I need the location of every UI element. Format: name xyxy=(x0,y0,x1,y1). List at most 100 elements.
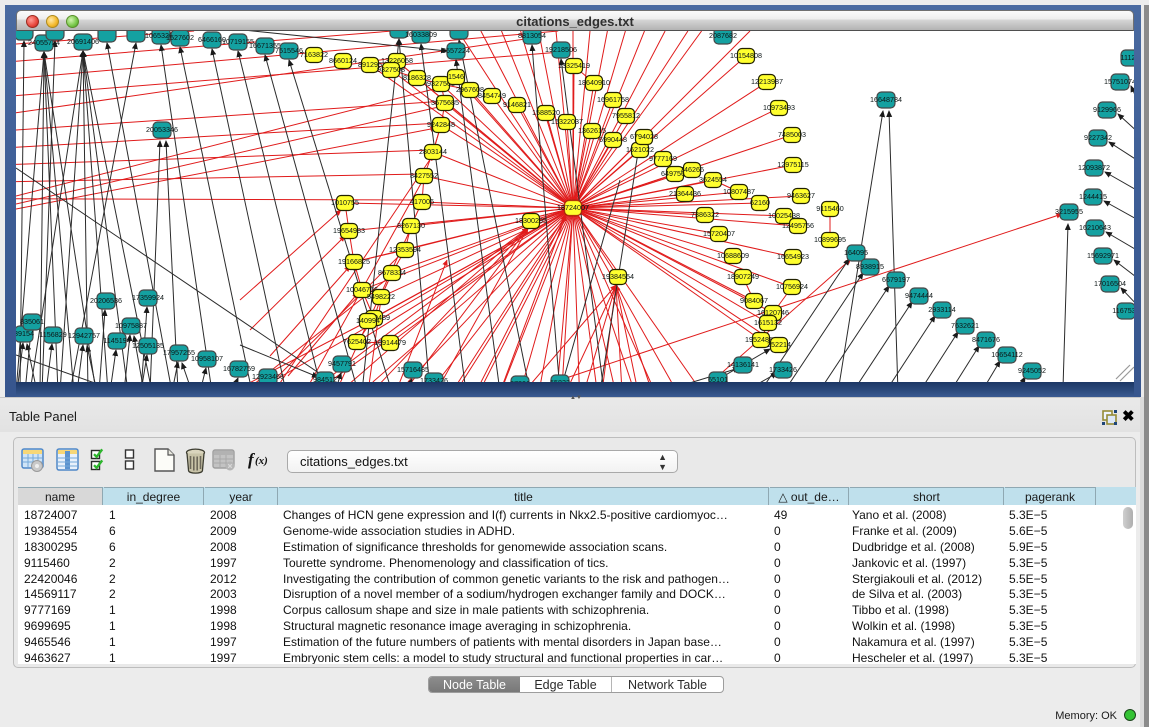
svg-text:1621022: 1621022 xyxy=(626,145,654,154)
svg-text:5498222: 5498222 xyxy=(367,292,395,301)
svg-text:16210643: 16210643 xyxy=(1079,223,1111,232)
svg-text:984512: 984512 xyxy=(313,375,337,382)
svg-text:8678334: 8678334 xyxy=(378,268,406,277)
svg-text:1167534: 1167534 xyxy=(1112,306,1134,315)
svg-text:8427552: 8427552 xyxy=(410,171,438,180)
svg-text:10973493: 10973493 xyxy=(763,103,795,112)
svg-text:16782759: 16782759 xyxy=(223,364,255,373)
svg-text:19166825: 19166825 xyxy=(338,257,370,266)
svg-text:15720407: 15720407 xyxy=(703,229,735,238)
svg-text:16648784: 16648784 xyxy=(870,95,902,104)
svg-text:3624554: 3624554 xyxy=(699,175,727,184)
svg-text:9084067: 9084067 xyxy=(740,296,768,305)
svg-text:17359924: 17359924 xyxy=(132,293,164,302)
svg-text:8471676: 8471676 xyxy=(972,335,1000,344)
svg-text:(x): (x) xyxy=(255,455,268,467)
svg-text:2803144: 2803144 xyxy=(419,147,447,156)
svg-text:17016504: 17016504 xyxy=(1094,279,1126,288)
svg-text:19384554: 19384554 xyxy=(602,272,634,281)
svg-text:8813054: 8813054 xyxy=(518,31,546,40)
svg-text:7485003: 7485003 xyxy=(778,130,806,139)
svg-text:15751074: 15751074 xyxy=(1104,77,1134,86)
svg-text:10899695: 10899695 xyxy=(814,235,846,244)
svg-text:1145194: 1145194 xyxy=(103,336,130,345)
svg-text:746266: 746266 xyxy=(680,165,704,174)
svg-text:12093872: 12093872 xyxy=(1078,163,1110,172)
svg-text:7386322: 7386322 xyxy=(691,210,719,219)
svg-text:65101: 65101 xyxy=(708,375,728,382)
svg-text:8660124: 8660124 xyxy=(329,56,357,65)
svg-text:18724007: 18724007 xyxy=(557,203,589,212)
svg-text:9463627: 9463627 xyxy=(787,191,815,200)
svg-text:19218506: 19218506 xyxy=(545,45,577,54)
svg-text:15692971: 15692971 xyxy=(1087,251,1119,260)
svg-text:18300295: 18300295 xyxy=(515,216,547,225)
svg-text:11123: 11123 xyxy=(1121,53,1134,62)
svg-text:18640910: 18640910 xyxy=(578,78,610,87)
svg-text:12505135: 12505135 xyxy=(132,341,164,350)
svg-text:15322037: 15322037 xyxy=(551,117,583,126)
svg-text:12923466: 12923466 xyxy=(252,372,284,381)
svg-text:20053346: 20053346 xyxy=(146,125,178,134)
svg-text:3675685: 3675685 xyxy=(431,98,459,107)
svg-text:10807487: 10807487 xyxy=(723,187,755,196)
svg-text:19654983: 19654983 xyxy=(333,226,365,235)
svg-text:1156829: 1156829 xyxy=(39,330,66,339)
svg-text:10154808: 10154808 xyxy=(730,51,762,60)
svg-text:16033809: 16033809 xyxy=(405,31,437,39)
svg-text:9129966: 9129966 xyxy=(1093,105,1121,114)
svg-text:1546: 1546 xyxy=(448,72,464,81)
svg-text:3215955: 3215955 xyxy=(1055,207,1083,216)
svg-text:140994: 140994 xyxy=(356,316,380,325)
svg-text:1010755: 1010755 xyxy=(331,198,359,207)
svg-text:1362615: 1362615 xyxy=(578,126,606,135)
svg-text:12942757: 12942757 xyxy=(68,331,100,340)
svg-text:10958107: 10958107 xyxy=(191,354,223,363)
svg-text:7632621: 7632621 xyxy=(951,321,979,330)
svg-text:3557224: 3557224 xyxy=(442,46,470,55)
svg-text:7625402: 7625402 xyxy=(343,337,371,346)
svg-text:62160: 62160 xyxy=(750,198,770,207)
svg-text:6679197: 6679197 xyxy=(882,275,910,284)
svg-text:10688609: 10688609 xyxy=(717,251,749,260)
svg-text:2087682: 2087682 xyxy=(709,31,737,40)
svg-text:20691406: 20691406 xyxy=(67,37,99,46)
svg-text:12213987: 12213987 xyxy=(751,77,783,86)
svg-text:1527602: 1527602 xyxy=(166,33,194,42)
svg-text:6990448: 6990448 xyxy=(599,135,627,144)
svg-text:16654923: 16654923 xyxy=(777,252,809,261)
svg-text:7515546: 7515546 xyxy=(275,46,303,55)
svg-text:1588520: 1588520 xyxy=(532,108,560,117)
svg-text:20206536: 20206536 xyxy=(90,296,122,305)
svg-text:10756924: 10756924 xyxy=(776,282,808,291)
svg-text:1733426: 1733426 xyxy=(769,365,797,374)
svg-text:10654112: 10654112 xyxy=(991,350,1022,359)
svg-text:164095: 164095 xyxy=(844,248,868,257)
svg-text:18907249: 18907249 xyxy=(727,272,759,281)
svg-text:16961758: 16961758 xyxy=(597,95,629,104)
svg-text:21364436: 21364436 xyxy=(669,189,701,198)
svg-text:9245052: 9245052 xyxy=(1018,366,1046,375)
svg-text:9146821: 9146821 xyxy=(503,100,531,109)
svg-text:9115460: 9115460 xyxy=(816,204,843,213)
svg-text:835061: 835061 xyxy=(20,317,44,326)
svg-text:8267130: 8267130 xyxy=(397,221,425,230)
svg-text:9777169: 9777169 xyxy=(649,154,677,163)
svg-text:8454749: 8454749 xyxy=(478,91,506,100)
svg-text:15716485: 15716485 xyxy=(397,365,429,374)
svg-text:252214: 252214 xyxy=(767,340,791,349)
svg-text:417006: 417006 xyxy=(410,197,434,206)
svg-text:14136141: 14136141 xyxy=(727,360,759,369)
svg-text:1244415: 1244415 xyxy=(1079,192,1107,201)
svg-text:12975115: 12975115 xyxy=(777,160,808,169)
svg-text:9242848: 9242848 xyxy=(427,120,455,129)
svg-text:13325419: 13325419 xyxy=(558,61,590,70)
svg-text:9457791: 9457791 xyxy=(328,359,356,368)
svg-text:9327508: 9327508 xyxy=(377,65,405,74)
svg-text:9227342: 9227342 xyxy=(1084,133,1112,142)
svg-text:2933114: 2933114 xyxy=(928,305,955,314)
svg-text:6794028: 6794028 xyxy=(630,132,658,141)
svg-text:16914479: 16914479 xyxy=(374,338,406,347)
svg-text:12495756: 12495756 xyxy=(782,221,814,230)
svg-text:9474444: 9474444 xyxy=(905,291,933,300)
